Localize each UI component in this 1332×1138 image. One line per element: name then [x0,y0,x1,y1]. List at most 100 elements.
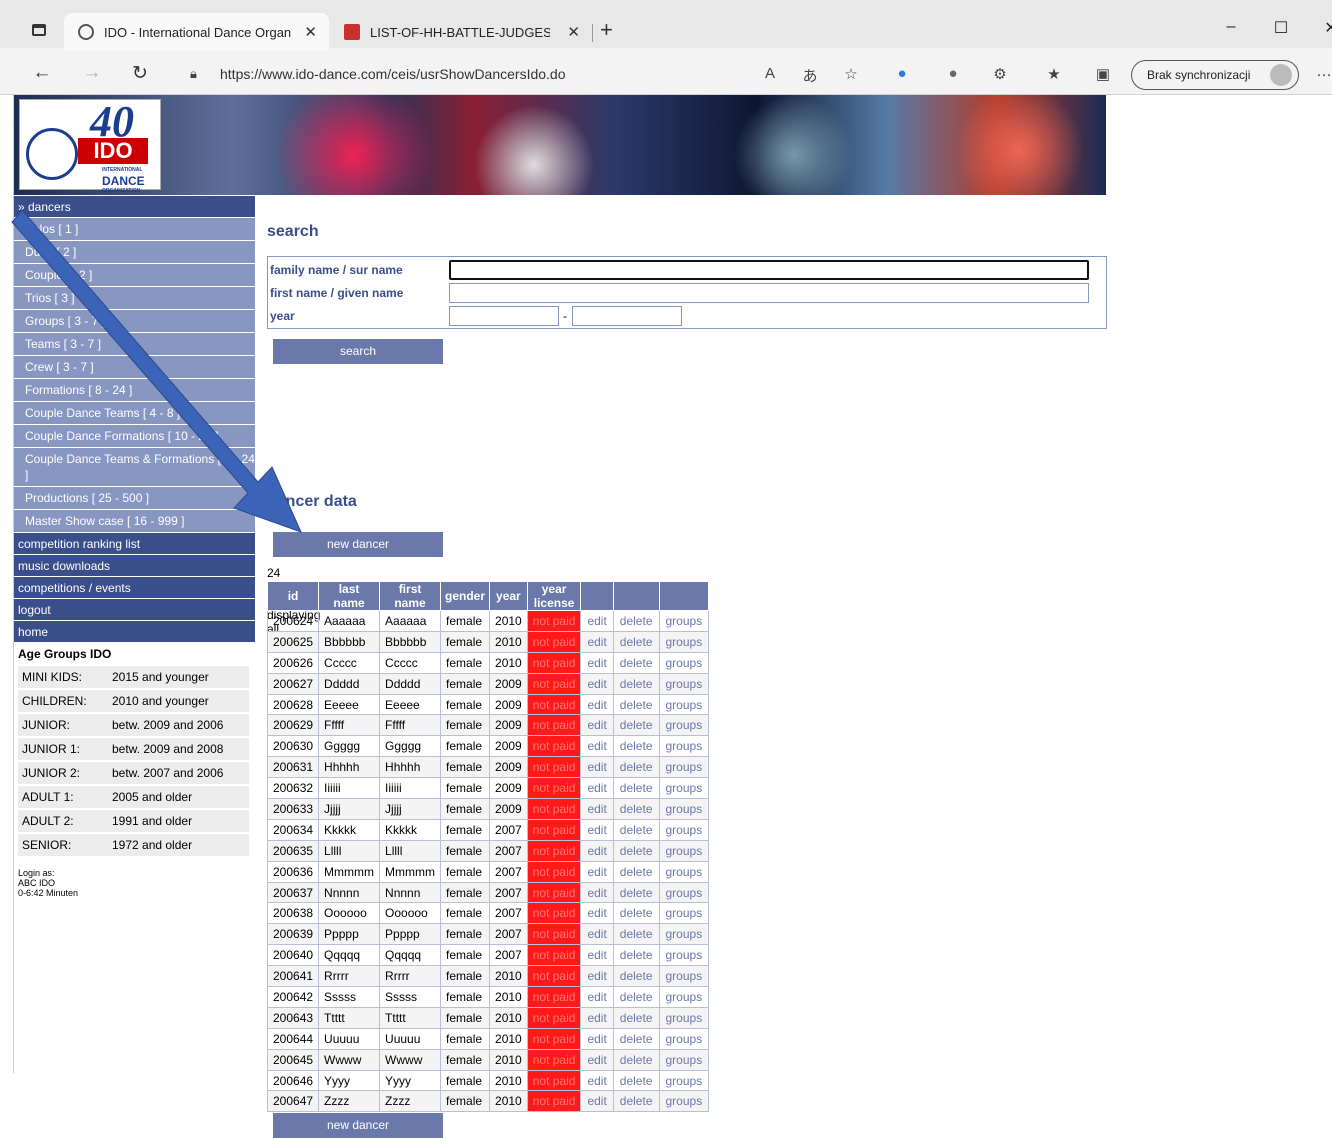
first-name-input[interactable] [449,283,1089,303]
sidebar-item-logout[interactable]: logout [14,599,255,621]
collections-icon[interactable]: ▣ [1093,65,1113,83]
edit-link[interactable]: edit [580,818,614,841]
groups-link[interactable]: groups [658,651,710,674]
edit-link[interactable]: edit [580,965,614,988]
extension-blue-icon[interactable]: ● [892,65,912,82]
favorites-icon[interactable]: ★ [1044,65,1064,83]
extension-gray-icon[interactable]: ● [943,65,963,82]
edit-link[interactable]: edit [580,610,614,632]
sidebar-item-crew[interactable]: Crew [ 3 - 7 ] [14,356,255,379]
tab-ido[interactable]: IDO - International Dance Organ ✕ [64,13,329,51]
groups-link[interactable]: groups [658,1090,710,1113]
sidebar-item-couple-dance-teams-formations[interactable]: Couple Dance Teams & Formations [ 4 - 24… [14,448,255,487]
delete-link[interactable]: delete [612,651,660,674]
groups-link[interactable]: groups [658,944,710,967]
delete-link[interactable]: delete [612,672,660,695]
column-header[interactable]: last name [318,581,381,611]
delete-link[interactable]: delete [612,965,660,988]
delete-link[interactable]: delete [612,630,660,653]
groups-link[interactable]: groups [658,986,710,1008]
groups-link[interactable]: groups [658,881,710,904]
sidebar-item-formations[interactable]: Formations [ 8 - 24 ] [14,379,255,402]
groups-link[interactable]: groups [658,923,710,946]
edit-link[interactable]: edit [580,756,614,779]
sidebar-item-groups[interactable]: Groups [ 3 - 7 ] [14,310,255,333]
delete-link[interactable]: delete [612,839,660,862]
edit-link[interactable]: edit [580,944,614,967]
edit-link[interactable]: edit [580,860,614,883]
groups-link[interactable]: groups [658,693,710,716]
sidebar-item-music[interactable]: music downloads [14,555,255,577]
minimize-button[interactable]: – [1222,18,1240,36]
groups-link[interactable]: groups [658,965,710,988]
sidebar-item-ranking[interactable]: competition ranking list [14,533,255,555]
groups-link[interactable]: groups [658,1006,710,1029]
groups-link[interactable]: groups [658,818,710,841]
delete-link[interactable]: delete [612,902,660,925]
delete-link[interactable]: delete [612,1027,660,1050]
groups-link[interactable]: groups [658,714,710,737]
sidebar-item-productions[interactable]: Productions [ 25 - 500 ] [14,487,255,510]
column-header[interactable]: id [266,581,320,611]
column-header[interactable] [612,581,660,611]
edit-link[interactable]: edit [580,672,614,695]
groups-link[interactable]: groups [658,839,710,862]
sidebar-item-teams[interactable]: Teams [ 3 - 7 ] [14,333,255,356]
groups-link[interactable]: groups [658,735,710,758]
delete-link[interactable]: delete [612,610,660,632]
groups-link[interactable]: groups [658,1069,710,1092]
search-button[interactable]: search [273,339,443,364]
edit-link[interactable]: edit [580,881,614,904]
delete-link[interactable]: delete [612,714,660,737]
maximize-button[interactable]: ☐ [1272,18,1290,38]
column-header[interactable]: first name [379,581,442,611]
delete-link[interactable]: delete [612,693,660,716]
groups-link[interactable]: groups [658,1027,710,1050]
new-dancer-button-bottom[interactable]: new dancer [273,1113,443,1138]
edit-link[interactable]: edit [580,651,614,674]
family-name-input[interactable] [449,260,1089,280]
column-header[interactable]: gender [440,581,491,611]
delete-link[interactable]: delete [612,860,660,883]
groups-link[interactable]: groups [658,902,710,925]
close-tab-icon[interactable]: ✕ [304,23,317,41]
delete-link[interactable]: delete [612,944,660,967]
edit-link[interactable]: edit [580,714,614,737]
extensions-icon[interactable]: ⚙ [990,65,1010,83]
edit-link[interactable]: edit [580,1090,614,1113]
tab-pdf[interactable]: LIST-OF-HH-BATTLE-JUDGES-01 ✕ [330,13,592,51]
column-header[interactable] [658,581,710,611]
close-tab-icon[interactable]: ✕ [567,23,580,41]
year-to-input[interactable] [572,306,682,326]
sidebar-item-home[interactable]: home [14,621,255,643]
delete-link[interactable]: delete [612,1006,660,1029]
read-aloud-icon[interactable]: A [760,65,780,82]
groups-link[interactable]: groups [658,798,710,820]
new-tab-button[interactable]: + [600,17,613,43]
groups-link[interactable]: groups [658,860,710,883]
delete-link[interactable]: delete [612,798,660,820]
translate-icon[interactable]: あ [800,65,820,86]
groups-link[interactable]: groups [658,610,710,632]
edit-link[interactable]: edit [580,798,614,820]
edit-link[interactable]: edit [580,902,614,925]
groups-link[interactable]: groups [658,672,710,695]
edit-link[interactable]: edit [580,1027,614,1050]
edit-link[interactable]: edit [580,735,614,758]
delete-link[interactable]: delete [612,986,660,1008]
reload-icon[interactable]: ↻ [128,62,152,85]
sidebar-item-couples[interactable]: Couples [ 2 ] [14,264,255,287]
delete-link[interactable]: delete [612,756,660,779]
column-header[interactable]: year license [526,581,582,611]
sidebar-item-dancers[interactable]: » dancers [14,196,255,218]
delete-link[interactable]: delete [612,881,660,904]
close-window-button[interactable]: ✕ [1322,18,1332,38]
column-header[interactable] [580,581,614,611]
sidebar-item-trios[interactable]: Trios [ 3 ] [14,287,255,310]
edit-link[interactable]: edit [580,923,614,946]
delete-link[interactable]: delete [612,818,660,841]
sidebar-item-solos[interactable]: Solos [ 1 ] [14,218,255,241]
groups-link[interactable]: groups [658,756,710,779]
groups-link[interactable]: groups [658,630,710,653]
delete-link[interactable]: delete [612,1069,660,1092]
